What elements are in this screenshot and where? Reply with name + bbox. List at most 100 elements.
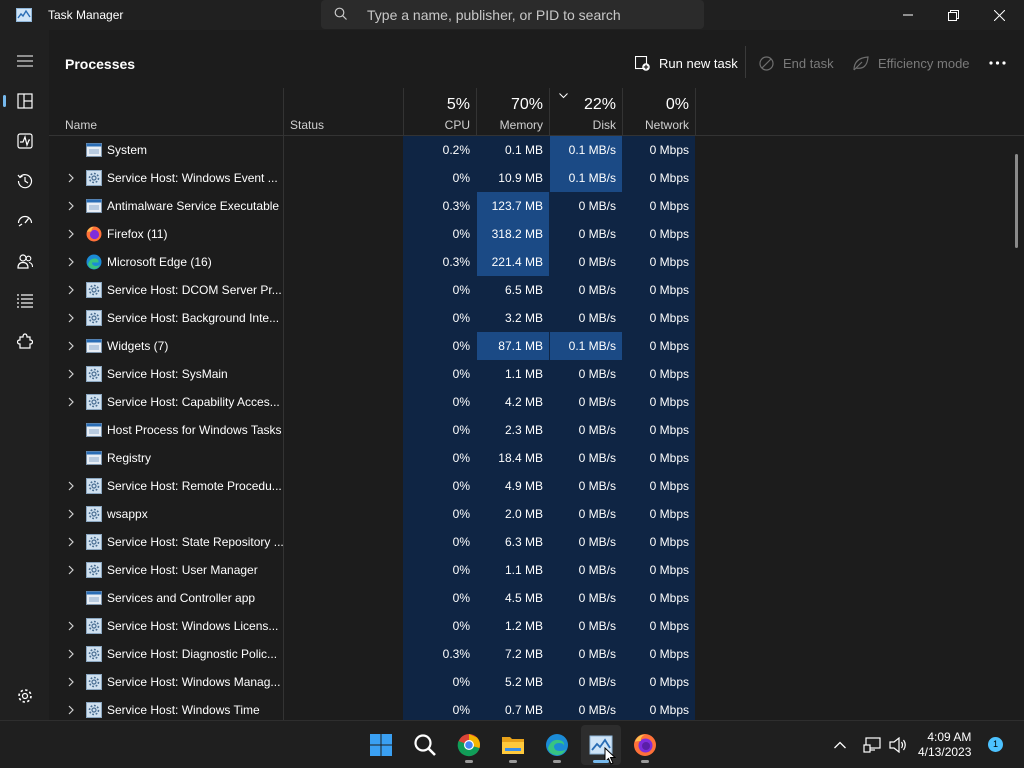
performance-icon (16, 133, 33, 149)
minimize-button[interactable] (885, 0, 931, 30)
chevron-right-icon[interactable] (67, 677, 75, 687)
taskbar-start-button[interactable] (361, 725, 401, 765)
taskbar-task-manager[interactable] (581, 725, 621, 765)
process-disk: 0 MB/s (578, 311, 616, 325)
efficiency-mode-button[interactable]: Efficiency mode (853, 52, 970, 74)
process-row[interactable]: Widgets (7) 0% 87.1 MB 0.1 MB/s 0 Mbps (49, 332, 1024, 360)
volume-button[interactable] (884, 725, 912, 765)
process-row[interactable]: System 0.2% 0.1 MB 0.1 MB/s 0 Mbps (49, 136, 1024, 164)
restore-button[interactable] (930, 0, 976, 30)
column-header-network[interactable]: 0% Network (622, 88, 695, 136)
chevron-right-icon[interactable] (67, 509, 75, 519)
nav-processes[interactable] (0, 81, 49, 121)
process-row[interactable]: Service Host: State Repository ... 0% 6.3 … (49, 528, 1024, 556)
process-row[interactable]: Microsoft Edge (16) 0.3% 221.4 MB 0 MB/s 0 M… (49, 248, 1024, 276)
search-input[interactable]: Type a name, publisher, or PID to search (367, 7, 621, 23)
run-new-task-button[interactable]: Run new task (635, 52, 738, 74)
process-disk: 0 MB/s (578, 507, 616, 521)
chevron-right-icon[interactable] (67, 341, 75, 351)
chevron-right-icon[interactable] (67, 313, 75, 323)
chevron-right-icon[interactable] (67, 649, 75, 659)
process-memory: 2.3 MB (504, 423, 543, 437)
process-row[interactable]: Service Host: SysMain 0% 1.1 MB 0 MB/s 0 Mbp… (49, 360, 1024, 388)
nav-settings[interactable] (0, 676, 49, 716)
process-row[interactable]: Services and Controller app 0% 4.5 MB 0 MB/… (49, 584, 1024, 612)
system-clock[interactable]: 4:09 AM 4/13/2023 (918, 730, 971, 760)
efficiency-leaf-icon (853, 55, 869, 70)
chevron-right-icon[interactable] (67, 537, 75, 547)
process-row[interactable]: Firefox (11) 0% 318.2 MB 0 MB/s 0 Mbps (49, 220, 1024, 248)
app-title: Task Manager (48, 8, 124, 22)
process-network: 0 Mbps (649, 535, 689, 549)
process-memory: 4.2 MB (504, 395, 543, 409)
process-disk: 0.1 MB/s (568, 143, 616, 157)
network-status-button[interactable] (858, 725, 886, 765)
chevron-right-icon[interactable] (67, 621, 75, 631)
nav-users[interactable] (0, 241, 49, 281)
process-row[interactable]: Service Host: Windows Event ... 0% 10.9 MB… (49, 164, 1024, 192)
taskbar-edge[interactable] (537, 725, 577, 765)
gear-icon (86, 170, 102, 186)
chevron-right-icon[interactable] (67, 705, 75, 715)
column-header-disk[interactable]: 22% Disk (549, 88, 622, 136)
chevron-right-icon[interactable] (67, 397, 75, 407)
process-row[interactable]: Host Process for Windows Tasks 0% 2.3 MB 0 … (49, 416, 1024, 444)
chevron-right-icon[interactable] (67, 285, 75, 295)
chevron-right-icon[interactable] (67, 481, 75, 491)
column-header-memory[interactable]: 70% Memory (476, 88, 549, 136)
process-row[interactable]: Service Host: Remote Procedu... 0% 4.9 MB 0… (49, 472, 1024, 500)
chevron-right-icon[interactable] (67, 565, 75, 575)
vertical-scrollbar[interactable] (1015, 154, 1018, 248)
process-name: Service Host: Diagnostic Polic... (107, 647, 278, 661)
process-cpu: 0% (452, 339, 470, 353)
taskbar-firefox[interactable] (625, 725, 665, 765)
running-indicator (553, 760, 561, 763)
nav-services[interactable] (0, 321, 49, 361)
column-header-cpu[interactable]: 5% CPU (403, 88, 476, 136)
nav-startup-apps[interactable] (0, 201, 49, 241)
process-name: Registry (107, 451, 152, 465)
more-horizontal-icon (989, 61, 1006, 65)
process-row[interactable]: Registry 0% 18.4 MB 0 MB/s 0 Mbps (49, 444, 1024, 472)
more-options-button[interactable] (989, 52, 1006, 74)
chevron-right-icon[interactable] (67, 229, 75, 239)
process-cpu: 0% (452, 479, 470, 493)
column-divider[interactable] (695, 88, 696, 136)
nav-performance[interactable] (0, 121, 49, 161)
column-header-name[interactable]: Name (59, 88, 283, 136)
process-row[interactable]: Service Host: Diagnostic Polic... 0.3% 7.2… (49, 640, 1024, 668)
efficiency-mode-label: Efficiency mode (878, 55, 970, 71)
chevron-right-icon[interactable] (67, 257, 75, 267)
process-row[interactable]: Service Host: Windows Licens... 0% 1.2 MB 0… (49, 612, 1024, 640)
end-task-label: End task (783, 55, 834, 71)
chevron-right-icon[interactable] (67, 201, 75, 211)
window-icon (86, 339, 102, 353)
process-row[interactable]: Service Host: Windows Time 0% 0.7 MB 0 MB/s… (49, 696, 1024, 720)
process-row[interactable]: Service Host: User Manager 0% 1.1 MB 0 MB/s… (49, 556, 1024, 584)
gear-icon (86, 282, 102, 298)
process-row[interactable]: Service Host: Background Inte... 0% 3.2 MB… (49, 304, 1024, 332)
nav-details[interactable] (0, 281, 49, 321)
gear-icon (86, 618, 102, 634)
notification-badge[interactable]: 1 (988, 737, 1003, 752)
chevron-right-icon[interactable] (67, 369, 75, 379)
hamburger-menu-button[interactable] (0, 41, 49, 81)
end-task-button[interactable]: End task (759, 52, 834, 74)
process-row[interactable]: wsappx 0% 2.0 MB 0 MB/s 0 Mbps (49, 500, 1024, 528)
close-button[interactable] (976, 0, 1022, 30)
column-header-status[interactable]: Status (284, 88, 403, 136)
process-network: 0 Mbps (649, 311, 689, 325)
process-row[interactable]: Service Host: DCOM Server Pr... 0% 6.5 MB 0… (49, 276, 1024, 304)
process-disk: 0.1 MB/s (568, 339, 616, 353)
taskbar-chrome[interactable] (449, 725, 489, 765)
show-hidden-icons-button[interactable] (826, 725, 854, 765)
taskbar-search-button[interactable] (405, 725, 445, 765)
taskbar-file-explorer[interactable] (493, 725, 533, 765)
process-row[interactable]: Service Host: Windows Manag... 0% 5.2 MB 0 … (49, 668, 1024, 696)
process-network: 0 Mbps (649, 367, 689, 381)
process-name: Service Host: Capability Acces... (107, 395, 280, 409)
nav-app-history[interactable] (0, 161, 49, 201)
process-row[interactable]: Service Host: Capability Acces... 0% 4.2 M… (49, 388, 1024, 416)
chevron-right-icon[interactable] (67, 173, 75, 183)
process-row[interactable]: Antimalware Service Executable 0.3% 123.7 … (49, 192, 1024, 220)
